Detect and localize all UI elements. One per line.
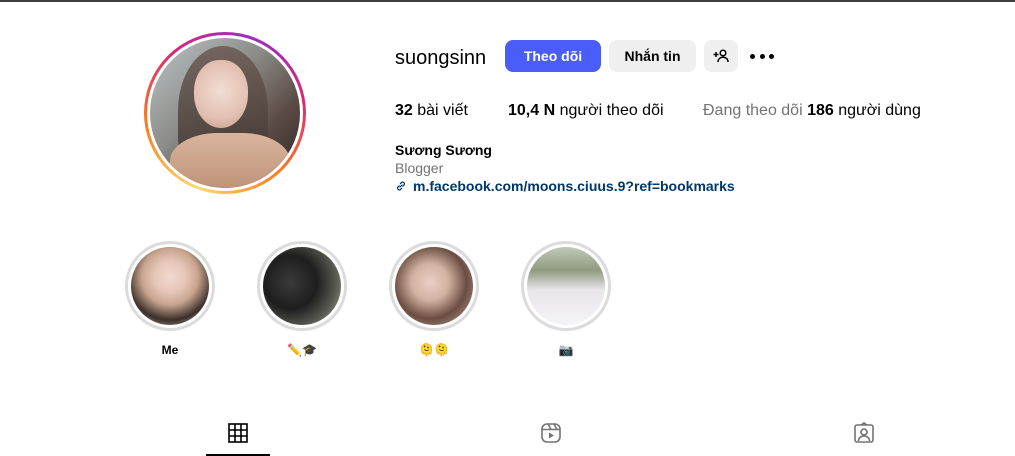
link-icon (397, 181, 405, 191)
posts-label: bài viết (417, 102, 468, 119)
grid-icon (228, 423, 248, 443)
avatar-photo (150, 38, 300, 188)
posts-stat: 32 bài viết (395, 101, 468, 121)
highlight-label: ✏️🎓 (287, 343, 317, 357)
story-highlight[interactable]: Me (125, 241, 215, 357)
highlight-label: 🫠🫠 (419, 343, 449, 357)
add-friend-button[interactable] (704, 40, 738, 72)
story-highlight[interactable]: 🫠🫠 (389, 241, 479, 357)
posts-count: 32 (395, 102, 413, 119)
story-highlight[interactable]: ✏️🎓 (257, 241, 347, 357)
highlight-label: Me (161, 343, 179, 357)
reels-icon (541, 423, 561, 443)
full-name: Sương Sương (395, 142, 492, 158)
bio-link[interactable]: m.facebook.com/moons.ciuus.9?ref=bookmar… (395, 177, 735, 195)
following-count: 186 (807, 102, 834, 119)
highlight-cover (263, 247, 341, 325)
highlight-cover (527, 247, 605, 325)
more-options-icon[interactable] (750, 46, 774, 66)
top-border (0, 0, 1015, 2)
followers-count: 10,4 N (508, 102, 556, 119)
username: suongsinn (395, 47, 487, 69)
category-label: Blogger (395, 160, 444, 176)
message-button[interactable]: Nhắn tin (609, 40, 696, 72)
following-label: người dùng (838, 102, 921, 119)
bio-link-text: m.facebook.com/moons.ciuus.9?ref=bookmar… (413, 178, 735, 194)
highlight-cover (395, 247, 473, 325)
tab-reels[interactable] (539, 421, 563, 445)
followers-label: người theo dõi (559, 102, 664, 119)
following-prefix: Đang theo dõi (703, 102, 803, 119)
tagged-icon (854, 422, 874, 443)
following-stat[interactable]: Đang theo dõi 186 người dùng (703, 101, 921, 121)
followers-stat[interactable]: 10,4 N người theo dõi (508, 101, 664, 121)
follow-button[interactable]: Theo dõi (505, 40, 601, 72)
add-person-icon (713, 49, 729, 63)
highlight-label: 📷 (558, 343, 574, 357)
story-highlight[interactable]: 📷 (521, 241, 611, 357)
profile-avatar[interactable] (144, 32, 306, 194)
tab-tagged[interactable] (852, 421, 876, 445)
tab-posts[interactable] (226, 421, 250, 445)
highlight-cover (131, 247, 209, 325)
